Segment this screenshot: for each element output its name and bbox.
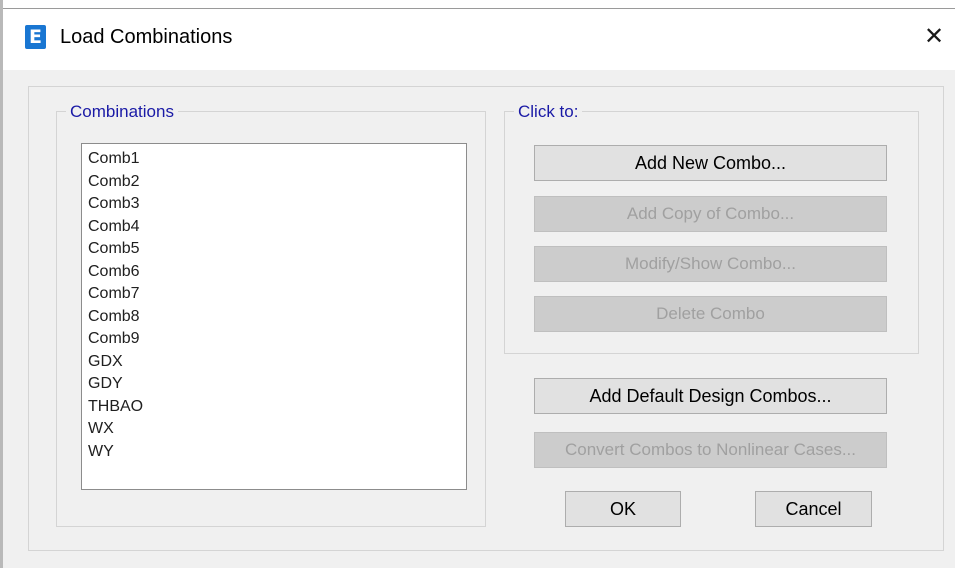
add-new-combo-button[interactable]: Add New Combo... [534, 145, 887, 181]
list-item[interactable]: Comb5 [88, 238, 466, 261]
list-item[interactable]: Comb2 [88, 171, 466, 194]
list-item[interactable]: Comb9 [88, 328, 466, 351]
delete-combo-button[interactable]: Delete Combo [534, 296, 887, 332]
modify-show-combo-button[interactable]: Modify/Show Combo... [534, 246, 887, 282]
close-icon[interactable]: ✕ [918, 20, 950, 52]
ok-button[interactable]: OK [565, 491, 681, 527]
dialog-title: Load Combinations [60, 26, 233, 48]
combinations-group-label: Combinations [66, 101, 178, 123]
list-item[interactable]: THBAO [88, 396, 466, 419]
list-item[interactable]: GDX [88, 351, 466, 374]
convert-combos-to-nonlinear-button[interactable]: Convert Combos to Nonlinear Cases... [534, 432, 887, 468]
add-copy-of-combo-button[interactable]: Add Copy of Combo... [534, 196, 887, 232]
top-divider [0, 8, 955, 9]
click-to-group-label: Click to: [514, 101, 583, 123]
list-item[interactable]: GDY [88, 373, 466, 396]
list-item[interactable]: Comb3 [88, 193, 466, 216]
load-combinations-dialog: E Load Combinations ✕ Combinations Comb1… [0, 0, 955, 568]
list-item[interactable]: Comb7 [88, 283, 466, 306]
list-item[interactable]: Comb6 [88, 261, 466, 284]
list-item[interactable]: WX [88, 418, 466, 441]
combinations-listbox[interactable]: Comb1 Comb2 Comb3 Comb4 Comb5 Comb6 Comb… [81, 143, 467, 490]
cancel-button[interactable]: Cancel [755, 491, 872, 527]
window-left-edge [0, 0, 3, 568]
list-item[interactable]: Comb8 [88, 306, 466, 329]
list-item[interactable]: WY [88, 441, 466, 464]
title-bar: E Load Combinations ✕ [0, 0, 955, 70]
list-item[interactable]: Comb4 [88, 216, 466, 239]
list-item[interactable]: Comb1 [88, 148, 466, 171]
add-default-design-combos-button[interactable]: Add Default Design Combos... [534, 378, 887, 414]
etabs-app-icon: E [25, 25, 46, 49]
